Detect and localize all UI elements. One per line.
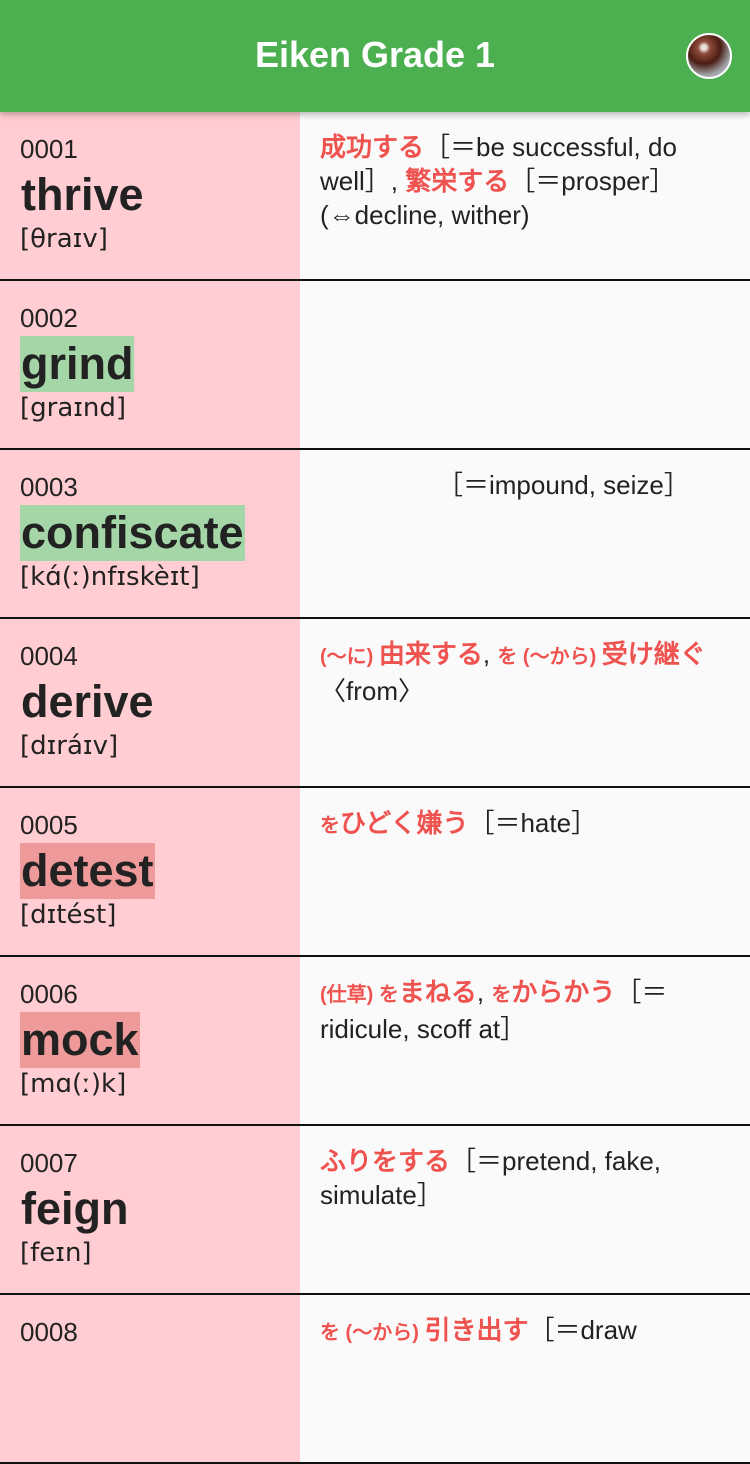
meaning-japanese: (〜に) [320,646,379,668]
word-panel[interactable]: 0005 detest [dɪtést] [0,788,300,955]
word-panel[interactable]: 0004 derive [dɪráɪv] [0,619,300,786]
meaning-japanese: を (〜から) [320,1322,425,1344]
meaning-japanese: ひどく嫌う [340,808,469,838]
word-number: 0007 [20,1148,78,1178]
word-text: feign [21,1183,129,1234]
word-meaning[interactable]: (仕草) をまねる, をからかう［＝ridicule, scoff at］ [320,975,730,1046]
word-row[interactable]: 0003 confiscate [kɑ́(ː)nfɪskèɪt] ［＝impound… [0,450,750,619]
word-text: mock [20,1012,140,1068]
meaning-japanese: (仕草) を [320,984,399,1006]
word-meaning[interactable]: (〜に) 由来する, を (〜から) 受け継ぐ〈from〉 [320,637,730,708]
meaning-english: ［＝draw [528,1315,637,1345]
word-row[interactable]: 0004 derive [dɪráɪv] (〜に) 由来する, を (〜から) 受け継… [0,619,750,788]
word-row[interactable]: 0006 mock [mɑ(ː)k] (仕草) をまねる, をからかう［＝ridicu… [0,957,750,1126]
word-panel[interactable]: 0002 grind [graɪnd] [0,281,300,448]
word-row[interactable]: 0007 feign [feɪn] ふりをする［＝pretend, fake, sim… [0,1126,750,1295]
word-panel[interactable]: 0008 [0,1295,300,1462]
word-row[interactable]: 0002 grind [graɪnd] [0,281,750,450]
meaning-japanese: 成功する [320,132,425,162]
meaning-japanese: を [491,984,512,1006]
word-panel[interactable]: 0003 confiscate [kɑ́(ː)nfɪskèɪt] [0,450,300,617]
meaning-japanese: ふりをする [320,1146,451,1176]
word-number: 0005 [20,810,78,840]
word-meaning[interactable]: ［＝impound, seize］ [320,468,730,502]
word-pronunciation: [dɪráɪv] [20,731,119,761]
meaning-japanese: 由来する [378,639,483,669]
word-pronunciation: [feɪn] [20,1238,92,1268]
meaning-japanese: まねる [398,977,477,1007]
word-meaning[interactable]: 成功する［＝be successful, do well］, 繁栄する［＝pro… [320,130,730,232]
meaning-english: , [482,639,498,669]
meaning-japanese: 受け継ぐ [601,639,706,669]
meaning-english: ［＝hate］ [468,808,598,838]
word-text: thrive [21,169,144,220]
word-number: 0001 [20,134,78,164]
word-meaning[interactable]: ふりをする［＝pretend, fake, simulate］ [320,1144,730,1212]
meaning-japanese: 繁栄する [405,166,510,196]
word-pronunciation: [graɪnd] [20,393,127,423]
word-number: 0008 [20,1317,78,1347]
word-panel[interactable]: 0006 mock [mɑ(ː)k] [0,957,300,1124]
word-meaning[interactable]: を (〜から) 引き出す［＝draw [320,1313,730,1350]
word-pronunciation: [dɪtést] [20,900,117,930]
meaning-japanese: を (〜から) [497,646,602,668]
meaning-japanese: 引き出す [424,1315,529,1345]
word-pronunciation: [θraɪv] [20,224,108,254]
word-number: 0003 [20,472,78,502]
word-text: grind [20,336,135,392]
word-pronunciation: [kɑ́(ː)nfɪskèɪt] [20,562,200,592]
meaning-japanese: からかう [511,977,616,1007]
word-panel[interactable]: 0007 feign [feɪn] [0,1126,300,1293]
word-text: confiscate [20,505,245,561]
word-pronunciation: [mɑ(ː)k] [20,1069,127,1099]
app-bar: Eiken Grade 1 [0,0,750,112]
word-number: 0004 [20,641,78,671]
meaning-japanese: を [320,815,340,837]
page-title: Eiken Grade 1 [254,34,496,75]
word-meaning[interactable]: をひどく嫌う［＝hate］ [320,806,730,843]
meaning-english: , [476,977,492,1007]
meaning-english: ［＝impound, seize］ [320,470,690,500]
word-panel[interactable]: 0001 thrive [θraɪv] [0,112,300,279]
word-number: 0006 [20,979,78,1009]
word-row[interactable]: 0008 を (〜から) 引き出す［＝draw [0,1295,750,1464]
word-row[interactable]: 0001 thrive [θraɪv] 成功する［＝be successful, do… [0,112,750,281]
word-text: detest [20,843,155,899]
user-avatar-icon[interactable] [686,33,732,79]
word-row[interactable]: 0005 detest [dɪtést] をひどく嫌う［＝hate］ [0,788,750,957]
word-number: 0002 [20,303,78,333]
word-text: derive [21,676,154,727]
meaning-english: 〈from〉 [320,676,425,706]
word-list: 0001 thrive [θraɪv] 成功する［＝be successful, do… [0,112,750,1464]
